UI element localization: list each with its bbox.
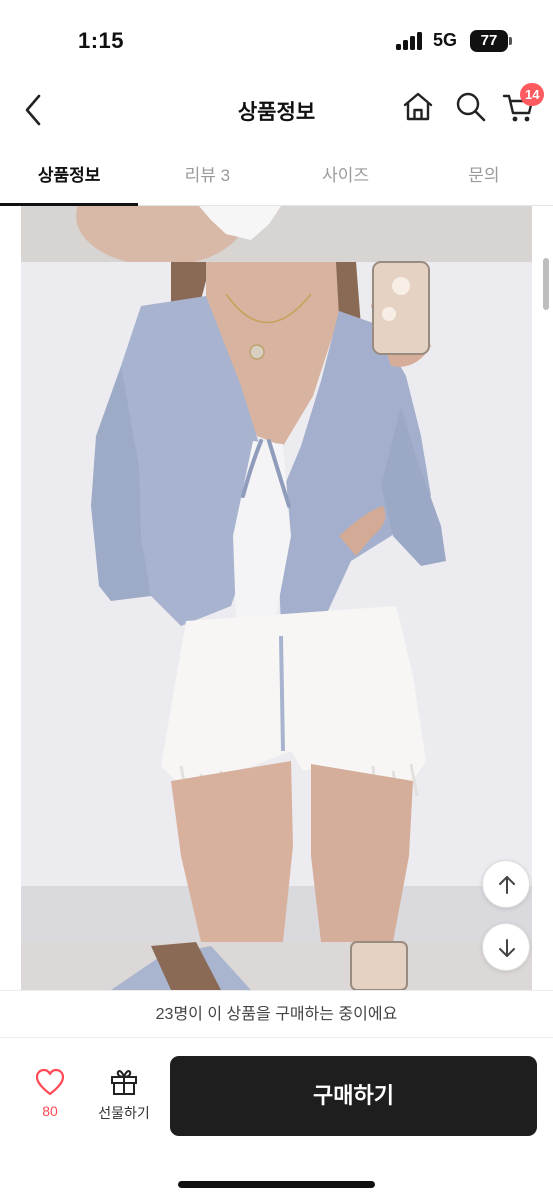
home-button[interactable] bbox=[401, 90, 435, 124]
buy-button[interactable]: 구매하기 bbox=[170, 1056, 537, 1136]
tab-size[interactable]: 사이즈 bbox=[277, 146, 415, 205]
scroll-up-button[interactable] bbox=[482, 860, 530, 908]
product-photo bbox=[21, 206, 532, 990]
tab-bar: 상품정보 리뷰 3 사이즈 문의 bbox=[0, 146, 553, 206]
home-indicator bbox=[178, 1181, 375, 1188]
purchase-notice: 23명이 이 상품을 구매하는 중이에요 bbox=[0, 990, 553, 1038]
chevron-left-icon bbox=[25, 94, 41, 126]
gift-button[interactable]: 선물하기 bbox=[90, 1068, 158, 1130]
arrow-down-icon bbox=[499, 939, 515, 957]
tab-product-info[interactable]: 상품정보 bbox=[0, 146, 139, 206]
back-button[interactable] bbox=[18, 90, 52, 130]
search-icon bbox=[456, 92, 486, 122]
tab-inquiry[interactable]: 문의 bbox=[415, 146, 553, 205]
signal-icon bbox=[396, 32, 424, 50]
gift-label: 선물하기 bbox=[98, 1105, 150, 1121]
search-button[interactable] bbox=[454, 90, 488, 124]
like-count: 80 bbox=[42, 1103, 58, 1119]
heart-icon bbox=[35, 1068, 65, 1096]
status-bar: 1:15 5G 77 bbox=[0, 0, 553, 80]
scrollbar[interactable] bbox=[543, 258, 549, 310]
scroll-down-button[interactable] bbox=[482, 923, 530, 971]
bottom-action-bar: 80 선물하기 구매하기 bbox=[0, 1038, 553, 1200]
like-button[interactable]: 80 bbox=[24, 1068, 76, 1130]
header: 상품정보 bbox=[0, 80, 553, 142]
home-icon bbox=[403, 92, 433, 121]
battery-icon: 77 bbox=[470, 30, 508, 52]
network-label: 5G bbox=[433, 30, 458, 50]
status-time: 1:15 bbox=[78, 28, 125, 53]
battery-cap bbox=[509, 37, 512, 45]
gift-icon bbox=[111, 1070, 137, 1095]
product-image-area[interactable] bbox=[21, 206, 532, 990]
arrow-up-icon bbox=[499, 876, 515, 894]
battery-level: 77 bbox=[480, 32, 498, 49]
tab-reviews[interactable]: 리뷰 3 bbox=[138, 146, 276, 205]
